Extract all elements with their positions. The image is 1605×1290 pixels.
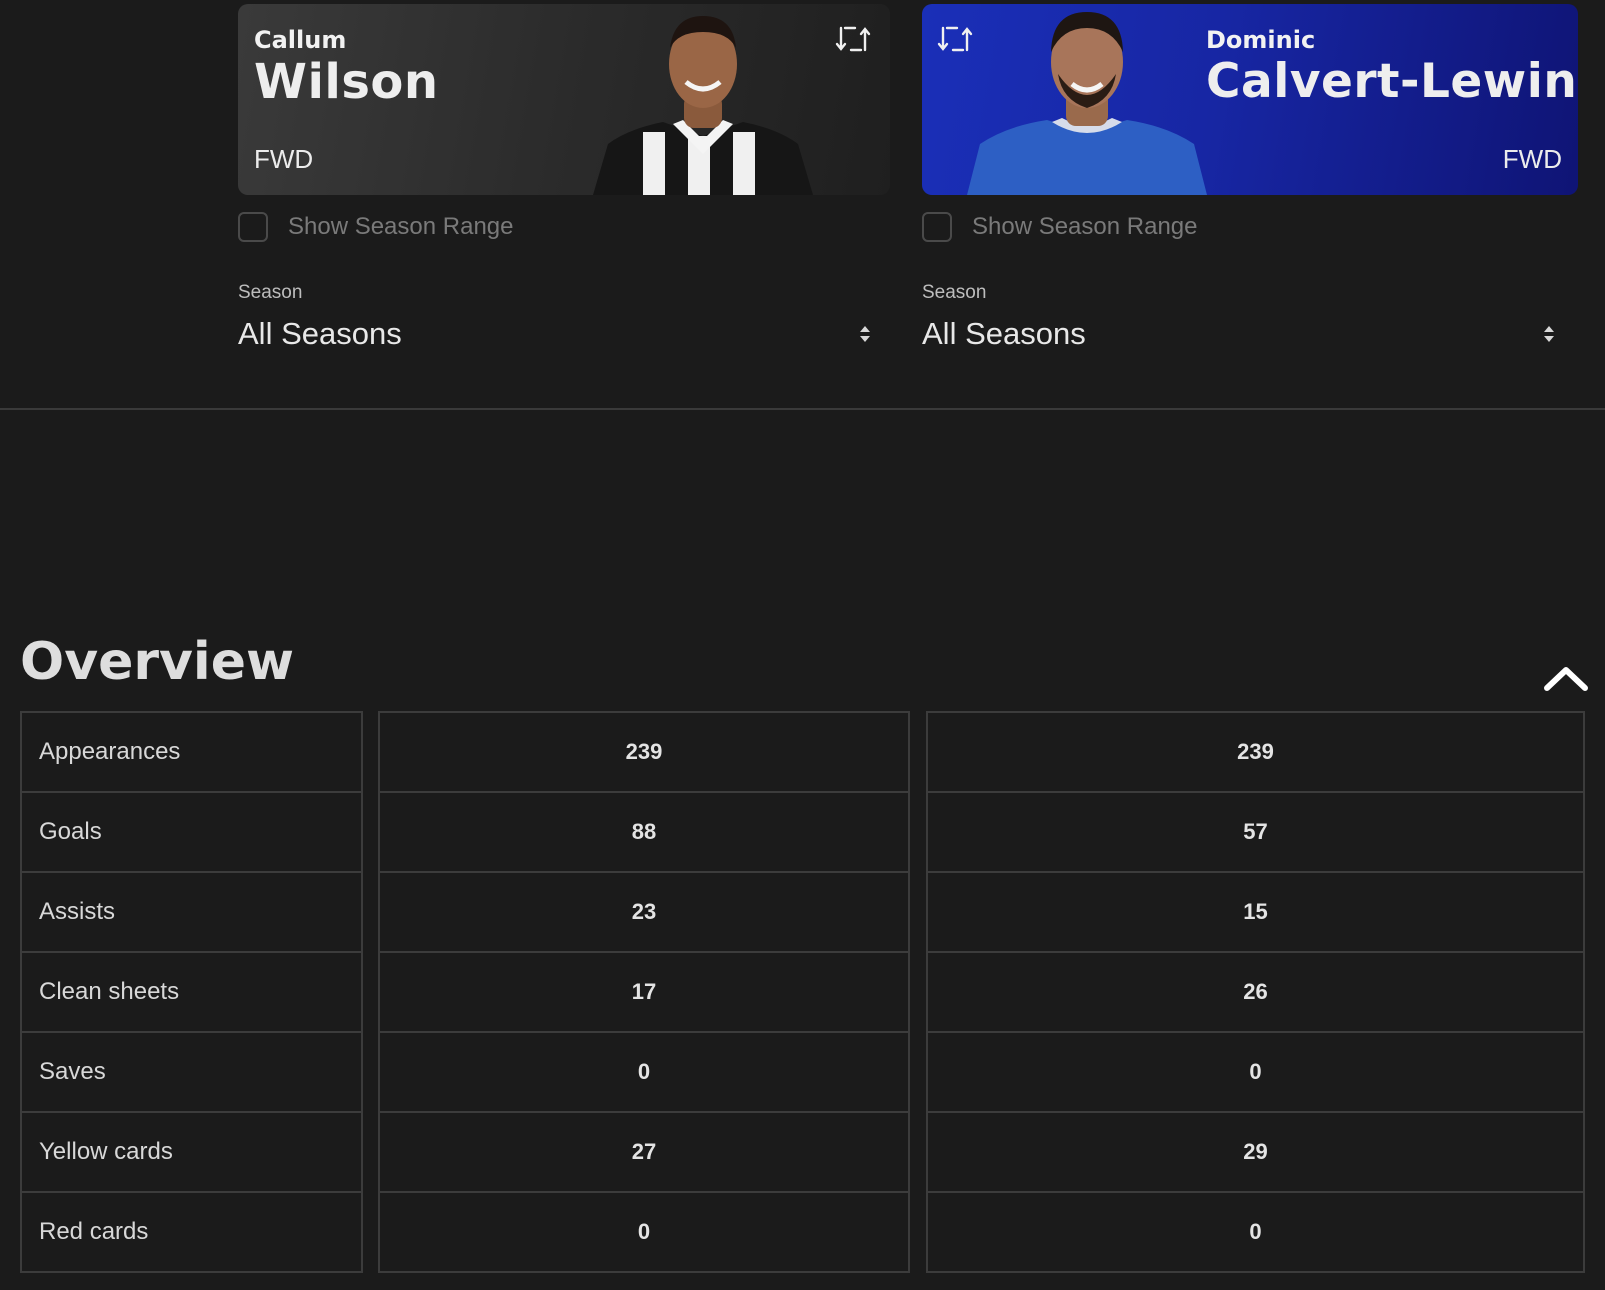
player1-stat-value: 27 — [378, 1111, 910, 1193]
player1-last-name: Wilson — [254, 54, 439, 110]
stat-label: Clean sheets — [20, 951, 363, 1033]
stat-row-yellow-cards: Yellow cards 27 29 — [0, 1111, 1605, 1193]
player2-first-name: Dominic — [1206, 26, 1316, 54]
player2-stat-value: 15 — [926, 871, 1585, 953]
player1-stat-value: 88 — [378, 791, 910, 873]
player2-season-range-label: Show Season Range — [972, 213, 1198, 240]
player1-position: FWD — [254, 144, 314, 174]
player1-stat-value: 0 — [378, 1031, 910, 1113]
player1-season-range-label: Show Season Range — [288, 213, 514, 240]
overview-collapse-button[interactable] — [1542, 660, 1590, 696]
player-card-calvert-lewin: Dominic Calvert-Lewin FWD — [922, 4, 1578, 195]
player2-stat-value: 0 — [926, 1191, 1585, 1273]
stat-row-appearances: Appearances 239 239 — [0, 711, 1605, 793]
player2-season-range-checkbox[interactable] — [922, 212, 952, 242]
stat-row-red-cards: Red cards 0 0 — [0, 1191, 1605, 1273]
stat-row-assists: Assists 23 15 — [0, 871, 1605, 953]
player2-season-label: Season — [922, 282, 987, 303]
player2-season-range-toggle[interactable]: Show Season Range — [922, 210, 1198, 244]
player1-first-name: Callum — [254, 26, 347, 54]
overview-title: Overview — [20, 632, 295, 692]
player2-stat-value: 239 — [926, 711, 1585, 793]
stat-label: Yellow cards — [20, 1111, 363, 1193]
stat-row-clean-sheets: Clean sheets 17 26 — [0, 951, 1605, 1033]
player2-position: FWD — [1502, 144, 1562, 174]
player1-season-value: All Seasons — [238, 316, 402, 351]
select-arrows-icon — [860, 326, 870, 342]
player2-stat-value: 29 — [926, 1111, 1585, 1193]
section-divider — [0, 408, 1605, 410]
player2-photo — [967, 12, 1207, 195]
player1-stat-value: 17 — [378, 951, 910, 1033]
stat-row-goals: Goals 88 57 — [0, 791, 1605, 873]
player2-last-name: Calvert-Lewin — [1206, 54, 1578, 109]
stat-row-saves: Saves 0 0 — [0, 1031, 1605, 1113]
player2-season-value: All Seasons — [922, 316, 1086, 351]
player1-season-range-checkbox[interactable] — [238, 212, 268, 242]
stat-label: Red cards — [20, 1191, 363, 1273]
stat-label: Appearances — [20, 711, 363, 793]
stat-label: Goals — [20, 791, 363, 873]
player1-stat-value: 239 — [378, 711, 910, 793]
player2-stat-value: 57 — [926, 791, 1585, 873]
player2-stat-value: 0 — [926, 1031, 1585, 1113]
swap-icon — [835, 26, 871, 52]
player1-season-label: Season — [238, 282, 303, 303]
player1-season-range-toggle[interactable]: Show Season Range — [238, 210, 514, 244]
stat-label: Assists — [20, 871, 363, 953]
player-card-wilson: Callum Wilson FWD — [238, 4, 890, 195]
chevron-up-icon — [1544, 667, 1588, 691]
compare-page: Callum Wilson FWD Dominic Calvert-Lewin … — [0, 0, 1605, 1290]
player1-season-select[interactable]: All Seasons — [238, 312, 872, 356]
player1-stat-value: 0 — [378, 1191, 910, 1273]
player2-stat-value: 26 — [926, 951, 1585, 1033]
player1-photo — [593, 16, 813, 195]
swap-player2-button[interactable] — [936, 20, 974, 58]
stat-label: Saves — [20, 1031, 363, 1113]
select-arrows-icon — [1544, 326, 1554, 342]
swap-icon — [937, 26, 973, 52]
player1-stat-value: 23 — [378, 871, 910, 953]
player2-season-select[interactable]: All Seasons — [922, 312, 1556, 356]
swap-player1-button[interactable] — [834, 20, 872, 58]
